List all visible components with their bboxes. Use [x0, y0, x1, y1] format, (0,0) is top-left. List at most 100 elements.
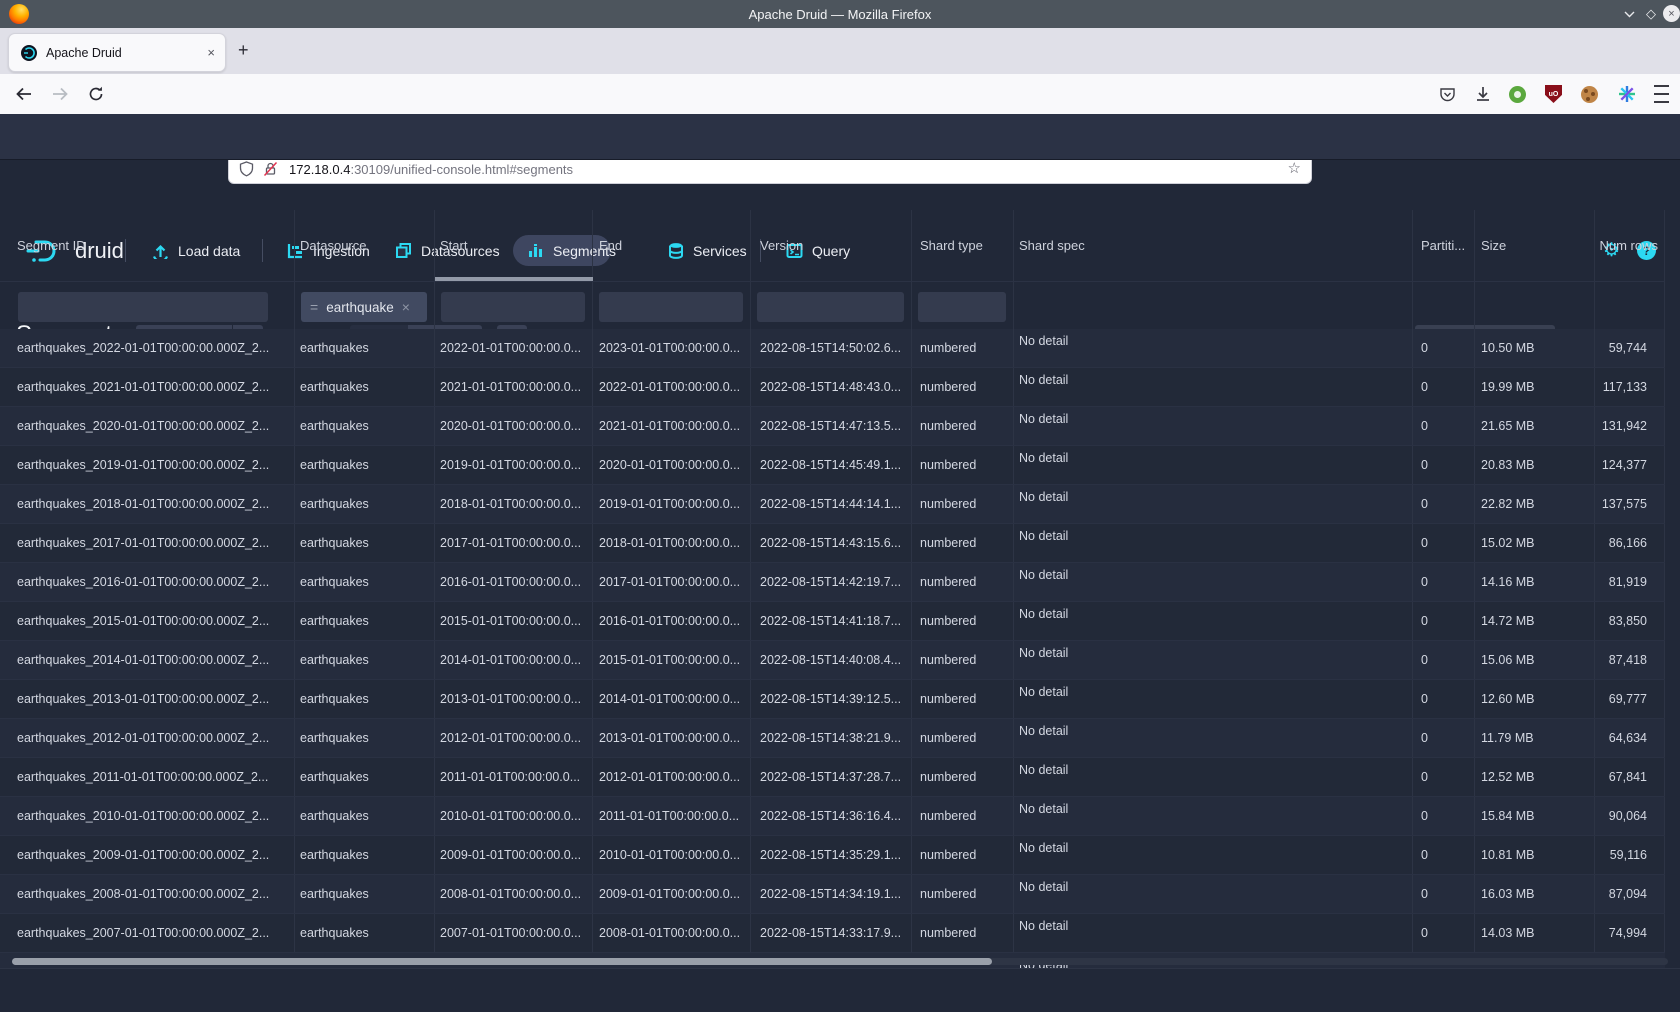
table-row[interactable]: earthquakes_2021-01-01T00:00:00.000Z_2..… [0, 368, 1665, 407]
window-close-button[interactable]: × [1663, 5, 1680, 22]
cell-end: 2021-01-01T00:00:00.0... [593, 407, 751, 445]
cell-num_rows: 137,575 [1595, 485, 1665, 523]
table-row[interactable]: earthquakes_2016-01-01T00:00:00.000Z_2..… [0, 563, 1665, 602]
downloads-icon[interactable] [1472, 74, 1494, 114]
filter-remove-icon[interactable]: × [402, 299, 410, 315]
window-maximize-button[interactable]: ◇ [1642, 5, 1660, 23]
cell-datasource: earthquakes [295, 407, 435, 445]
table-row[interactable]: earthquakes_2018-01-01T00:00:00.000Z_2..… [0, 485, 1665, 524]
cell-shard_type: numbered [912, 836, 1014, 874]
column-header-start[interactable]: Start [435, 210, 593, 281]
filter-operator: = [310, 299, 318, 315]
table-row[interactable]: earthquakes_2020-01-01T00:00:00.000Z_2..… [0, 407, 1665, 446]
cell-end: 2010-01-01T00:00:00.0... [593, 836, 751, 874]
cell-partition: 0 [1413, 914, 1475, 952]
table-row[interactable]: earthquakes_2015-01-01T00:00:00.000Z_2..… [0, 602, 1665, 641]
cell-size: 11.79 MB [1475, 719, 1595, 757]
filter-input-id[interactable] [18, 292, 268, 322]
cell-size: 12.60 MB [1475, 680, 1595, 718]
cell-shard_type: numbered [912, 641, 1014, 679]
column-header-shard_spec[interactable]: Shard spec [1014, 210, 1413, 281]
druid-favicon-icon [21, 45, 37, 61]
browser-toolbar: 172.18.0.4:30109/unified-console.html#se… [0, 74, 1680, 115]
column-header-num_rows[interactable]: Num rows [1595, 210, 1665, 281]
column-header-version[interactable]: Version [751, 210, 912, 281]
reload-button[interactable] [86, 74, 106, 114]
column-header-id[interactable]: Segment ID [0, 210, 295, 281]
back-button[interactable] [14, 74, 34, 114]
cell-shard_spec: No detail [1014, 485, 1413, 523]
table-row[interactable]: earthquakes_2008-01-01T00:00:00.000Z_2..… [0, 875, 1665, 914]
menu-hamburger-icon[interactable] [1650, 74, 1672, 114]
cell-partition: 0 [1413, 563, 1475, 601]
cell-id: earthquakes_2015-01-01T00:00:00.000Z_2..… [0, 602, 295, 640]
table-row[interactable]: earthquakes_2010-01-01T00:00:00.000Z_2..… [0, 797, 1665, 836]
column-header-partition[interactable]: Partiti... [1413, 210, 1475, 281]
cell-partition: 0 [1413, 797, 1475, 835]
column-header-shard_type[interactable]: Shard type [912, 210, 1014, 281]
extension-asterisk-icon[interactable] [1616, 74, 1638, 114]
table-row[interactable]: earthquakes_2014-01-01T00:00:00.000Z_2..… [0, 641, 1665, 680]
horizontal-scrollbar-thumb[interactable] [12, 958, 992, 965]
column-header-size[interactable]: Size [1475, 210, 1595, 281]
cell-start: 2013-01-01T00:00:00.0... [435, 680, 593, 718]
cell-shard_type: numbered [912, 875, 1014, 913]
cell-end: 2016-01-01T00:00:00.0... [593, 602, 751, 640]
page-header: Segments Refresh ▾ Group by None Interva… [0, 159, 1680, 210]
cell-start: 2019-01-01T00:00:00.0... [435, 446, 593, 484]
forward-button[interactable] [50, 74, 70, 114]
cell-start: 2015-01-01T00:00:00.0... [435, 602, 593, 640]
ublock-shield-icon[interactable]: uO [1545, 85, 1562, 103]
cell-partition: 0 [1413, 758, 1475, 796]
column-header-datasource[interactable]: Datasource [295, 210, 435, 281]
filter-input-start[interactable] [441, 292, 585, 322]
filter-input-shard_type[interactable] [918, 292, 1006, 322]
cell-end: 2020-01-01T00:00:00.0... [593, 446, 751, 484]
cell-num_rows: 117,133 [1595, 368, 1665, 406]
cell-datasource: earthquakes [295, 719, 435, 757]
pocket-icon[interactable] [1436, 74, 1458, 114]
cell-shard_spec: No detail [1014, 641, 1413, 679]
cell-id: earthquakes_2010-01-01T00:00:00.000Z_2..… [0, 797, 295, 835]
cell-partition: 0 [1413, 446, 1475, 484]
table-row[interactable]: earthquakes_2013-01-01T00:00:00.000Z_2..… [0, 680, 1665, 719]
filter-chip-datasource[interactable]: =earthquake× [301, 292, 427, 322]
cell-start: 2009-01-01T00:00:00.0... [435, 836, 593, 874]
table-row[interactable]: earthquakes_2019-01-01T00:00:00.000Z_2..… [0, 446, 1665, 485]
cell-end: 2015-01-01T00:00:00.0... [593, 641, 751, 679]
cell-id: earthquakes_2007-01-01T00:00:00.000Z_2..… [0, 914, 295, 952]
cell-num_rows: 131,942 [1595, 407, 1665, 445]
cell-size: 10.50 MB [1475, 329, 1595, 367]
column-header-end[interactable]: End [593, 210, 751, 281]
cell-partition: 0 [1413, 524, 1475, 562]
cell-end: 2014-01-01T00:00:00.0... [593, 680, 751, 718]
table-row[interactable]: earthquakes_2022-01-01T00:00:00.000Z_2..… [0, 329, 1665, 368]
new-tab-button[interactable]: + [238, 40, 249, 61]
cell-id: earthquakes_2021-01-01T00:00:00.000Z_2..… [0, 368, 295, 406]
cell-size: 16.03 MB [1475, 875, 1595, 913]
cell-partition: 0 [1413, 407, 1475, 445]
extension-green-icon[interactable] [1509, 86, 1526, 103]
table-row[interactable]: earthquakes_2017-01-01T00:00:00.000Z_2..… [0, 524, 1665, 563]
filter-input-end[interactable] [599, 292, 743, 322]
window-minimize-button[interactable] [1620, 5, 1638, 23]
cell-end: 2013-01-01T00:00:00.0... [593, 719, 751, 757]
cell-num_rows: 69,777 [1595, 680, 1665, 718]
cell-shard_spec: No detail [1014, 368, 1413, 406]
table-row[interactable]: earthquakes_2012-01-01T00:00:00.000Z_2..… [0, 719, 1665, 758]
filter-input-version[interactable] [757, 292, 904, 322]
browser-tab[interactable]: Apache Druid × [8, 33, 226, 72]
table-row[interactable]: earthquakes_2009-01-01T00:00:00.000Z_2..… [0, 836, 1665, 875]
cell-num_rows: 87,418 [1595, 641, 1665, 679]
table-row[interactable]: earthquakes_2011-01-01T00:00:00.000Z_2..… [0, 758, 1665, 797]
tab-strip: Apache Druid × + [0, 28, 1680, 74]
pagination-footer: Showing 1-50 [0, 968, 1680, 1012]
tab-close-icon[interactable]: × [207, 45, 215, 60]
cell-id: earthquakes_2009-01-01T00:00:00.000Z_2..… [0, 836, 295, 874]
cell-size: 15.06 MB [1475, 641, 1595, 679]
cookie-extension-icon[interactable] [1581, 86, 1598, 103]
cell-num_rows: 74,994 [1595, 914, 1665, 952]
cell-version: 2022-08-15T14:36:16.4... [751, 797, 912, 835]
cell-partition: 0 [1413, 368, 1475, 406]
table-row[interactable]: earthquakes_2007-01-01T00:00:00.000Z_2..… [0, 914, 1665, 953]
